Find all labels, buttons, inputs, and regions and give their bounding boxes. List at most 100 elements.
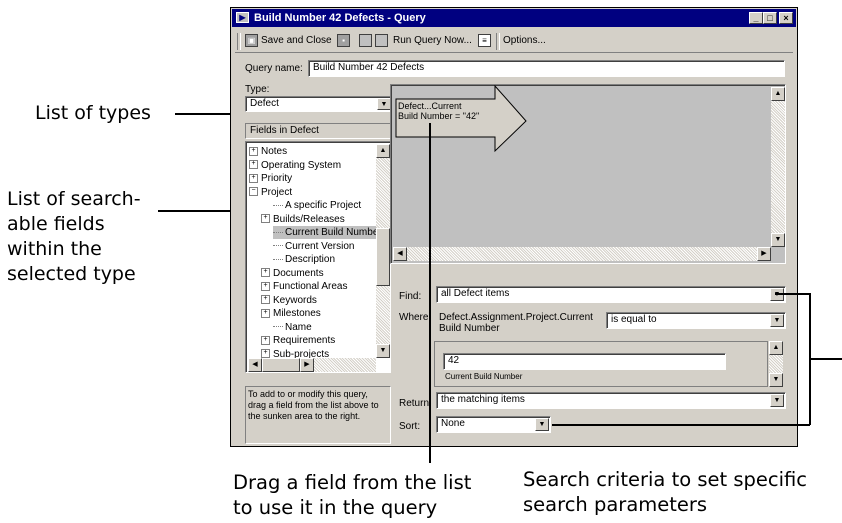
callout-line-criteria-top [775,293,810,295]
area-vertical-scrollbar[interactable]: ▲ ▼ [771,87,785,247]
tree-item[interactable]: A specific Project [273,199,361,212]
expand-icon[interactable]: + [249,146,258,156]
minimize-button[interactable]: _ [749,12,763,24]
find-chevron-down-icon[interactable]: ▼ [770,288,784,301]
return-chevron-down-icon[interactable]: ▼ [770,394,784,407]
tree-vertical-scrollbar[interactable]: ▲ ▼ [376,144,390,358]
maximize-button[interactable]: □ [763,12,777,24]
arrow-text-line1: Defect...Current [398,101,462,111]
area-scroll-down-icon[interactable]: ▼ [771,233,785,247]
expand-icon[interactable]: + [261,268,270,278]
scroll-up-icon[interactable]: ▲ [376,144,390,158]
operator-select[interactable]: is equal to ▼ [606,312,786,329]
collapse-icon[interactable]: − [249,187,258,197]
annotation-search-criteria-1: Search criteria to set specific [523,468,808,491]
chevron-down-icon[interactable]: ▼ [377,98,391,110]
expand-icon[interactable]: + [261,295,270,305]
area-scroll-up-icon[interactable]: ▲ [771,87,785,101]
expand-icon[interactable]: + [249,173,258,183]
tree-connector-icon [273,231,283,233]
options-button[interactable]: Options... [503,33,546,49]
tree-item-label: Builds/Releases [273,213,345,225]
tree-item[interactable]: + Requirements [261,334,335,347]
title-bar: ▶ Build Number 42 Defects - Query _ □ × [232,9,796,27]
tree-connector-icon [273,326,283,328]
value-scroll-up-icon[interactable]: ▲ [769,341,783,355]
help-text: To add to or modify this query, drag a f… [245,386,391,444]
value-input[interactable]: 42 [443,353,726,370]
tree-item[interactable]: Description [273,253,335,266]
tree-item[interactable]: + Builds/Releases [261,213,345,226]
copy-icon[interactable] [359,34,372,47]
callout-line-types [175,113,232,115]
value-scroll-down-icon[interactable]: ▼ [769,373,783,387]
callout-line-fields [158,210,236,212]
tree-item-label: Name [285,321,312,333]
tree-item[interactable]: Current Build Number [273,226,382,239]
tree-item-label: Current Build Number [285,227,382,238]
tree-item[interactable]: Current Version [273,240,354,253]
tree-item-label: Keywords [273,294,317,306]
tree-item[interactable]: + Documents [261,267,324,280]
return-select-value: the matching items [441,394,525,405]
expand-icon[interactable]: + [261,335,270,345]
tree-item[interactable]: + Notes [249,145,287,158]
scroll-left-icon[interactable]: ◀ [248,358,262,372]
scroll-down-icon[interactable]: ▼ [376,344,390,358]
run-query-button[interactable]: Run Query Now... [393,33,472,49]
area-horizontal-scrollbar[interactable]: ◀ ▶ [393,247,771,261]
tree-item[interactable]: + Milestones [261,307,321,320]
area-scroll-left-icon[interactable]: ◀ [393,247,407,261]
expand-icon[interactable]: + [261,214,270,224]
toolbar-separator [496,33,500,50]
find-select[interactable]: all Defect items ▼ [436,286,786,303]
expand-icon[interactable]: + [249,160,258,170]
tree-item[interactable]: + Operating System [249,159,341,172]
sort-chevron-down-icon[interactable]: ▼ [535,418,549,431]
save-close-button[interactable]: Save and Close [261,33,332,49]
query-name-label: Query name: [245,63,303,74]
tree-item[interactable]: Name [273,321,312,334]
return-label: Return: [399,398,432,409]
find-select-value: all Defect items [441,288,510,299]
sort-select[interactable]: None ▼ [436,416,551,433]
value-scrollbar[interactable]: ▲ ▼ [769,341,783,387]
paste-icon[interactable] [375,34,388,47]
tree-item-label: Notes [261,146,288,157]
save-icon[interactable]: ▪ [337,34,350,47]
where-label: Where: [399,312,432,323]
expand-icon[interactable]: + [261,308,270,318]
query-diagram-area[interactable]: Defect...Current Build Number = "42" ▲ ▼… [390,84,786,264]
tree-item[interactable]: + Functional Areas [261,280,348,293]
tree-item[interactable]: + Priority [249,172,292,185]
expand-icon[interactable]: + [261,281,270,291]
tree-item-label: Operating System [261,159,342,171]
tree-item[interactable]: − Project [249,186,292,199]
tree-connector-icon [273,258,283,260]
query-name-input[interactable]: Build Number 42 Defects [308,60,785,77]
annotation-searchable-fields-1: List of search- [7,188,141,210]
operator-chevron-down-icon[interactable]: ▼ [770,314,784,327]
annotation-searchable-fields-4: selected type [7,263,136,285]
value-caption: Current Build Number [445,372,523,381]
tree-item[interactable]: + Keywords [261,294,317,307]
options-icon[interactable]: ≡ [478,34,491,47]
annotation-searchable-fields-2: able fields [7,213,105,235]
query-window: ▶ Build Number 42 Defects - Query _ □ × … [230,7,798,447]
fields-tree[interactable]: + Notes + Operating System + Priority − Project… [245,141,391,373]
area-scroll-right-icon[interactable]: ▶ [757,247,771,261]
expand-icon[interactable]: + [261,349,270,359]
hscroll-thumb[interactable] [262,358,300,372]
tree-horizontal-scrollbar[interactable]: ◀ ▶ [248,358,376,372]
window-title: Build Number 42 Defects - Query [254,12,426,24]
scroll-right-icon[interactable]: ▶ [300,358,314,372]
annotation-drag-field-2: to use it in the query [233,496,438,519]
operator-select-value: is equal to [611,314,657,325]
type-select[interactable]: Defect ▼ [245,96,393,112]
scroll-thumb[interactable] [376,228,390,286]
close-button[interactable]: × [779,12,793,24]
annotation-search-criteria-2: search parameters [523,493,708,516]
annotation-searchable-fields-3: within the [7,238,102,260]
callout-line-criteria-out [809,358,842,360]
return-select[interactable]: the matching items ▼ [436,392,786,409]
